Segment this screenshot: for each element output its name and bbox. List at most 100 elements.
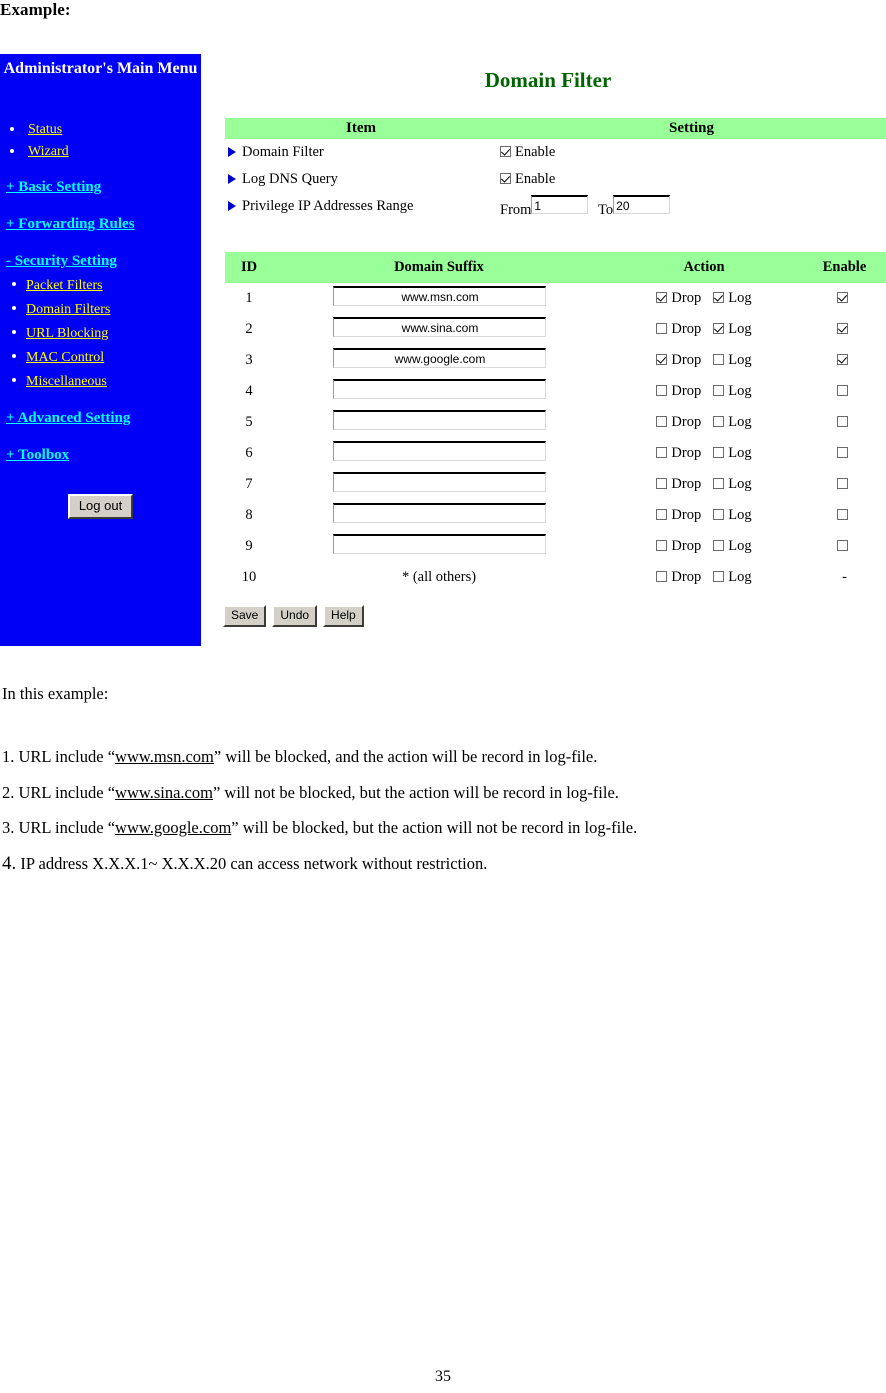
action-drop[interactable]: Drop [656,383,701,400]
drop-checkbox[interactable] [656,354,668,365]
domain-suffix-input[interactable] [332,472,546,492]
action-log[interactable]: Log [713,352,752,369]
action-log[interactable]: Log [713,476,752,493]
domain-suffix-input[interactable]: www.google.com [332,348,546,368]
enable-checkbox[interactable] [837,292,848,303]
action-log[interactable]: Log [713,414,752,431]
enable-checkbox[interactable] [837,385,848,396]
sidebar-item-wizard[interactable]: Wizard [0,140,201,162]
enable-checkbox[interactable] [837,540,848,551]
domain-suffix-input[interactable]: www.sina.com [332,317,546,337]
range-to-label: To [598,201,614,218]
enable-checkbox[interactable] [837,354,848,365]
sidebar-item-miscellaneous[interactable]: Miscellaneous [0,369,201,393]
sidebar-item-packet-filters[interactable]: Packet Filters [0,273,201,297]
action-log[interactable]: Log [713,445,752,462]
drop-label: Drop [671,569,702,585]
bullet-icon [10,127,14,131]
enable-checkbox[interactable] [837,509,848,520]
enable-checkbox[interactable] [837,447,848,458]
note-link[interactable]: www.sina.com [115,783,213,802]
sidebar-group-label[interactable]: + Basic Setting [6,179,101,195]
enable-checkbox[interactable] [837,416,848,427]
action-drop[interactable]: Drop [656,569,701,586]
action-drop[interactable]: Drop [656,414,701,431]
log-checkbox[interactable] [713,416,725,427]
action-drop[interactable]: Drop [656,290,701,307]
action-log[interactable]: Log [713,507,752,524]
sidebar-subitem-label[interactable]: URL Blocking [26,326,108,341]
action-drop[interactable]: Drop [656,538,701,555]
domain-suffix-input[interactable] [332,410,546,430]
sidebar-subitem-label[interactable]: Domain Filters [26,302,110,317]
drop-checkbox[interactable] [656,416,668,427]
action-drop[interactable]: Drop [656,321,701,338]
drop-checkbox[interactable] [656,571,668,582]
drop-checkbox[interactable] [656,478,668,489]
action-log[interactable]: Log [713,290,752,307]
log-checkbox[interactable] [713,571,725,582]
enable-checkbox[interactable] [837,478,848,489]
sidebar-group-label[interactable]: + Forwarding Rules [6,216,135,232]
action-drop[interactable]: Drop [656,445,701,462]
settings-header-row: Item Setting [225,118,886,139]
help-button[interactable]: Help [323,605,364,627]
sidebar-group-basic-setting[interactable]: + Basic Setting [0,175,201,199]
drop-checkbox[interactable] [656,509,668,520]
drop-checkbox[interactable] [656,323,668,334]
action-log[interactable]: Log [713,569,752,586]
privilege-ip-from-input[interactable]: 1 [531,194,589,214]
sidebar-group-label[interactable]: + Toolbox [6,447,69,463]
action-drop[interactable]: Drop [656,352,701,369]
save-button[interactable]: Save [223,605,267,627]
note-link[interactable]: www.msn.com [115,747,214,766]
domain-suffix-input[interactable] [332,503,546,523]
action-drop[interactable]: Drop [656,507,701,524]
domain-suffix-input[interactable] [332,534,546,554]
log-checkbox[interactable] [713,292,725,303]
log-checkbox[interactable] [713,323,725,334]
note-link[interactable]: www.google.com [115,818,231,837]
domain-suffix-input[interactable] [332,379,546,399]
sidebar-subitem-label[interactable]: MAC Control [26,350,104,365]
drop-checkbox[interactable] [656,447,668,458]
sidebar-item-domain-filters[interactable]: Domain Filters [0,297,201,321]
sidebar-group-advanced-setting[interactable]: + Advanced Setting [0,406,201,430]
sidebar-item-url-blocking[interactable]: URL Blocking [0,321,201,345]
enable-checkbox[interactable] [837,323,848,334]
sidebar-item-label[interactable]: Status [28,122,62,137]
log-checkbox[interactable] [713,385,725,396]
domain-suffix-input[interactable]: www.msn.com [332,286,546,306]
sidebar-nav: Status Wizard + Basic Setting + Forwardi… [0,118,201,467]
sidebar-group-label[interactable]: + Advanced Setting [6,410,130,426]
log-checkbox[interactable] [713,447,725,458]
sidebar-item-mac-control[interactable]: MAC Control [0,345,201,369]
log-checkbox[interactable] [713,540,725,551]
domain-filter-enable-checkbox[interactable] [500,146,511,157]
log-checkbox[interactable] [713,509,725,520]
drop-checkbox[interactable] [656,385,668,396]
sidebar-group-security-setting[interactable]: - Security Setting [0,249,201,273]
sidebar-item-label[interactable]: Wizard [28,144,69,159]
drop-checkbox[interactable] [656,540,668,551]
action-drop[interactable]: Drop [656,476,701,493]
log-checkbox[interactable] [713,478,725,489]
row-suffix-cell [273,407,605,438]
sidebar-subitem-label[interactable]: Miscellaneous [26,374,107,389]
sidebar-subitem-label[interactable]: Packet Filters [26,278,103,293]
privilege-ip-to-input[interactable]: 20 [613,194,671,214]
sidebar-group-forwarding-rules[interactable]: + Forwarding Rules [0,212,201,236]
row-suffix-cell: * (all others) [273,562,605,593]
logout-button[interactable]: Log out [67,494,134,519]
drop-checkbox[interactable] [656,292,668,303]
sidebar-group-label[interactable]: - Security Setting [6,253,117,269]
action-log[interactable]: Log [713,383,752,400]
domain-suffix-input[interactable] [332,441,546,461]
log-dns-query-enable-checkbox[interactable] [500,173,511,184]
log-checkbox[interactable] [713,354,725,365]
undo-button[interactable]: Undo [272,605,318,627]
sidebar-group-toolbox[interactable]: + Toolbox [0,443,201,467]
action-log[interactable]: Log [713,538,752,555]
action-log[interactable]: Log [713,321,752,338]
sidebar-item-status[interactable]: Status [0,118,201,140]
